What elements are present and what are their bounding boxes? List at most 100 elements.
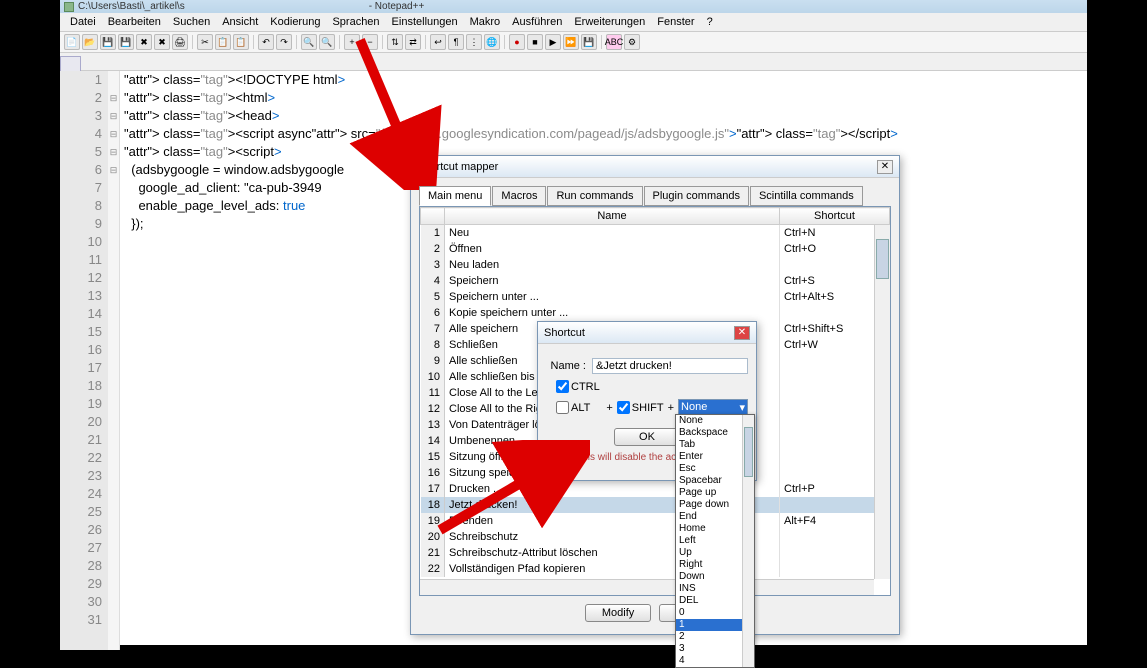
ctrl-checkbox[interactable] — [556, 380, 569, 393]
tab-run-commands[interactable]: Run commands — [547, 186, 642, 206]
menu-erweiterungen[interactable]: Erweiterungen — [568, 14, 651, 30]
zoom-in-icon[interactable]: + — [344, 34, 360, 50]
copy-icon[interactable]: 📋 — [215, 34, 231, 50]
row-number: 14 — [421, 433, 445, 449]
cut-icon[interactable]: ✂ — [197, 34, 213, 50]
menu-help[interactable]: ? — [701, 14, 719, 30]
stop-icon[interactable]: ■ — [527, 34, 543, 50]
menu-kodierung[interactable]: Kodierung — [264, 14, 326, 30]
document-tab[interactable] — [60, 56, 81, 72]
shortcut-row[interactable]: 21Schreibschutz-Attribut löschen — [421, 545, 890, 561]
lang-icon[interactable]: 🌐 — [484, 34, 500, 50]
paste-icon[interactable]: 📋 — [233, 34, 249, 50]
shortcut-row[interactable]: 19BeendenAlt+F4 — [421, 513, 890, 529]
fold-marker[interactable]: ⊟ — [108, 143, 119, 161]
horizontal-scrollbar[interactable] — [420, 579, 874, 595]
redo-icon[interactable]: ↷ — [276, 34, 292, 50]
sync-v-icon[interactable]: ⇅ — [387, 34, 403, 50]
alt-checkbox[interactable] — [556, 401, 569, 414]
code-line[interactable]: "attr"> class="tag"><html> — [124, 89, 1087, 107]
save-all-icon[interactable]: 💾 — [118, 34, 134, 50]
code-line[interactable]: "attr"> class="tag"><!DOCTYPE html> — [124, 71, 1087, 89]
line-number: 21 — [60, 431, 102, 449]
code-line[interactable]: "attr"> class="tag"><script async"attr">… — [124, 125, 1087, 143]
dropdown-scrollbar[interactable] — [742, 415, 754, 667]
line-number: 26 — [60, 521, 102, 539]
show-all-icon[interactable]: ¶ — [448, 34, 464, 50]
find-icon[interactable]: 🔍 — [301, 34, 317, 50]
shortcut-row[interactable]: 17Drucken ...Ctrl+P — [421, 481, 890, 497]
toolbar-separator — [296, 35, 297, 49]
sync-h-icon[interactable]: ⇄ — [405, 34, 421, 50]
titlebar-path: C:\Users\Basti\_artikel\s — [78, 1, 185, 12]
close-icon[interactable]: ✕ — [877, 160, 893, 174]
fold-marker[interactable]: ⊟ — [108, 125, 119, 143]
close-icon[interactable]: ✖ — [136, 34, 152, 50]
save-macro-icon[interactable]: 💾 — [581, 34, 597, 50]
scrollbar-thumb[interactable] — [876, 239, 889, 279]
name-field[interactable] — [592, 358, 748, 374]
indent-guide-icon[interactable]: ⋮ — [466, 34, 482, 50]
menu-bearbeiten[interactable]: Bearbeiten — [102, 14, 167, 30]
modify-button[interactable]: Modify — [585, 604, 651, 622]
menu-suchen[interactable]: Suchen — [167, 14, 216, 30]
tab-macros[interactable]: Macros — [492, 186, 546, 206]
line-number: 31 — [60, 611, 102, 629]
open-file-icon[interactable]: 📂 — [82, 34, 98, 50]
ok-button[interactable]: OK — [614, 428, 680, 446]
scrollbar-thumb[interactable] — [744, 427, 753, 477]
alt-label: ALT — [571, 402, 590, 414]
save-icon[interactable]: 💾 — [100, 34, 116, 50]
fold-marker[interactable]: ⊟ — [108, 161, 119, 179]
menu-ausfuehren[interactable]: Ausführen — [506, 14, 568, 30]
shift-checkbox[interactable] — [617, 401, 630, 414]
line-number: 30 — [60, 593, 102, 611]
print-icon[interactable]: 🖨 — [172, 34, 188, 50]
record-icon[interactable]: ● — [509, 34, 525, 50]
key-dropdown-list: NoneBackspaceTabEnterEscSpacebarPage upP… — [675, 414, 755, 668]
menu-einstellungen[interactable]: Einstellungen — [386, 14, 464, 30]
row-number: 12 — [421, 401, 445, 417]
ctrl-label: CTRL — [571, 381, 600, 393]
shortcut-row[interactable]: 18Jetzt drucken! — [421, 497, 890, 513]
fold-marker — [108, 395, 119, 413]
col-shortcut: Shortcut — [780, 208, 890, 225]
shortcut-row[interactable]: 1NeuCtrl+N — [421, 225, 890, 241]
menu-fenster[interactable]: Fenster — [651, 14, 700, 30]
undo-icon[interactable]: ↶ — [258, 34, 274, 50]
fold-gutter: ⊟⊟⊟⊟⊟ — [108, 71, 120, 650]
fold-marker[interactable]: ⊟ — [108, 89, 119, 107]
shortcut-row[interactable]: 5Speichern unter ...Ctrl+Alt+S — [421, 289, 890, 305]
play-icon[interactable]: ▶ — [545, 34, 561, 50]
toolbar-separator — [192, 35, 193, 49]
misc-icon[interactable]: ⚙ — [624, 34, 640, 50]
close-icon[interactable]: ✕ — [734, 326, 750, 340]
new-file-icon[interactable]: 📄 — [64, 34, 80, 50]
menu-datei[interactable]: Datei — [64, 14, 102, 30]
tab-main-menu[interactable]: Main menu — [419, 186, 491, 206]
vertical-scrollbar[interactable] — [874, 225, 890, 579]
menu-sprachen[interactable]: Sprachen — [326, 14, 385, 30]
replace-icon[interactable]: 🔍 — [319, 34, 335, 50]
shortcut-row[interactable]: 4SpeichernCtrl+S — [421, 273, 890, 289]
tab-scintilla-commands[interactable]: Scintilla commands — [750, 186, 863, 206]
shortcut-row[interactable]: 22Vollständigen Pfad kopieren — [421, 561, 890, 577]
play-multi-icon[interactable]: ⏩ — [563, 34, 579, 50]
fold-marker[interactable]: ⊟ — [108, 107, 119, 125]
fold-marker — [108, 251, 119, 269]
fold-marker — [108, 413, 119, 431]
shortcut-row[interactable]: 3Neu laden — [421, 257, 890, 273]
menu-makro[interactable]: Makro — [464, 14, 507, 30]
shortcut-row[interactable]: 20Schreibschutz — [421, 529, 890, 545]
shortcut-row[interactable]: 2ÖffnenCtrl+O — [421, 241, 890, 257]
tab-plugin-commands[interactable]: Plugin commands — [644, 186, 749, 206]
wrap-icon[interactable]: ↩ — [430, 34, 446, 50]
line-number: 5 — [60, 143, 102, 161]
code-line[interactable]: "attr"> class="tag"><head> — [124, 107, 1087, 125]
zoom-out-icon[interactable]: − — [362, 34, 378, 50]
close-all-icon[interactable]: ✖ — [154, 34, 170, 50]
shortcut-row[interactable]: 6Kopie speichern unter ... — [421, 305, 890, 321]
toolbar-separator — [382, 35, 383, 49]
spellcheck-icon[interactable]: ABC — [606, 34, 622, 50]
menu-ansicht[interactable]: Ansicht — [216, 14, 264, 30]
